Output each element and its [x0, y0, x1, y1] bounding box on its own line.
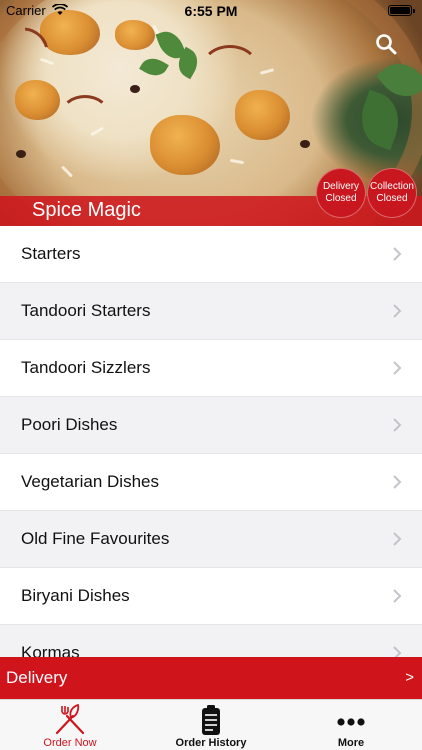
delivery-mode-bar[interactable]: Delivery >: [0, 657, 422, 699]
status-time: 6:55 PM: [184, 3, 238, 19]
receipt-icon: [202, 705, 220, 735]
chevron-right-icon: [393, 532, 402, 546]
menu-item-label: Vegetarian Dishes: [21, 472, 159, 491]
delivery-mode-label: Delivery: [6, 668, 68, 687]
tab-more[interactable]: More: [281, 700, 421, 750]
menu-item-kormas[interactable]: Kormas: [0, 625, 422, 657]
delivery-status-line2: Closed: [325, 193, 357, 204]
status-bar: Carrier 6:55 PM: [0, 0, 422, 22]
menu-category-list[interactable]: Starters Tandoori Starters Tandoori Sizz…: [0, 226, 422, 657]
menu-item-old-fine-favourites[interactable]: Old Fine Favourites: [0, 511, 422, 568]
chevron-right-icon: [393, 304, 402, 318]
collection-status-badge: Collection Closed: [367, 168, 417, 218]
menu-item-label: Poori Dishes: [21, 415, 118, 434]
menu-item-label: Old Fine Favourites: [21, 529, 170, 548]
menu-item-vegetarian-dishes[interactable]: Vegetarian Dishes: [0, 454, 422, 511]
chevron-right-icon: [393, 247, 402, 261]
collection-status-line2: Closed: [376, 193, 408, 204]
tab-label: More: [337, 737, 365, 749]
chevron-right-icon: [393, 418, 402, 432]
menu-item-label: Kormas: [21, 643, 80, 657]
chevron-right-icon: [393, 646, 402, 657]
tab-label: Order Now: [43, 737, 97, 749]
chevron-right-icon: [393, 589, 402, 603]
chevron-right-icon: [393, 475, 402, 489]
delivery-status-line1: Delivery: [322, 181, 360, 192]
menu-item-tandoori-starters[interactable]: Tandoori Starters: [0, 283, 422, 340]
menu-item-label: Tandoori Sizzlers: [21, 358, 151, 377]
menu-item-starters[interactable]: Starters: [0, 226, 422, 283]
delivery-mode-arrow: >: [405, 669, 414, 686]
search-icon[interactable]: [374, 32, 398, 56]
menu-item-label: Tandoori Starters: [21, 301, 151, 320]
tab-order-history[interactable]: Order History: [141, 700, 281, 750]
tab-order-now[interactable]: Order Now: [0, 700, 140, 750]
collection-status-line1: Collection: [370, 181, 414, 192]
menu-item-poori-dishes[interactable]: Poori Dishes: [0, 397, 422, 454]
menu-item-label: Biryani Dishes: [21, 586, 130, 605]
menu-item-biryani-dishes[interactable]: Biryani Dishes: [0, 568, 422, 625]
tab-bar: Order Now Order History More: [0, 699, 422, 750]
tab-label: Order History: [175, 737, 247, 749]
battery-icon: [388, 5, 415, 16]
menu-item-label: Starters: [21, 244, 81, 263]
more-dots-icon: [337, 718, 365, 726]
menu-item-tandoori-sizzlers[interactable]: Tandoori Sizzlers: [0, 340, 422, 397]
chevron-right-icon: [393, 361, 402, 375]
fork-knife-icon: [55, 704, 85, 735]
delivery-status-badge: Delivery Closed: [316, 168, 366, 218]
restaurant-name: Spice Magic: [32, 199, 141, 221]
